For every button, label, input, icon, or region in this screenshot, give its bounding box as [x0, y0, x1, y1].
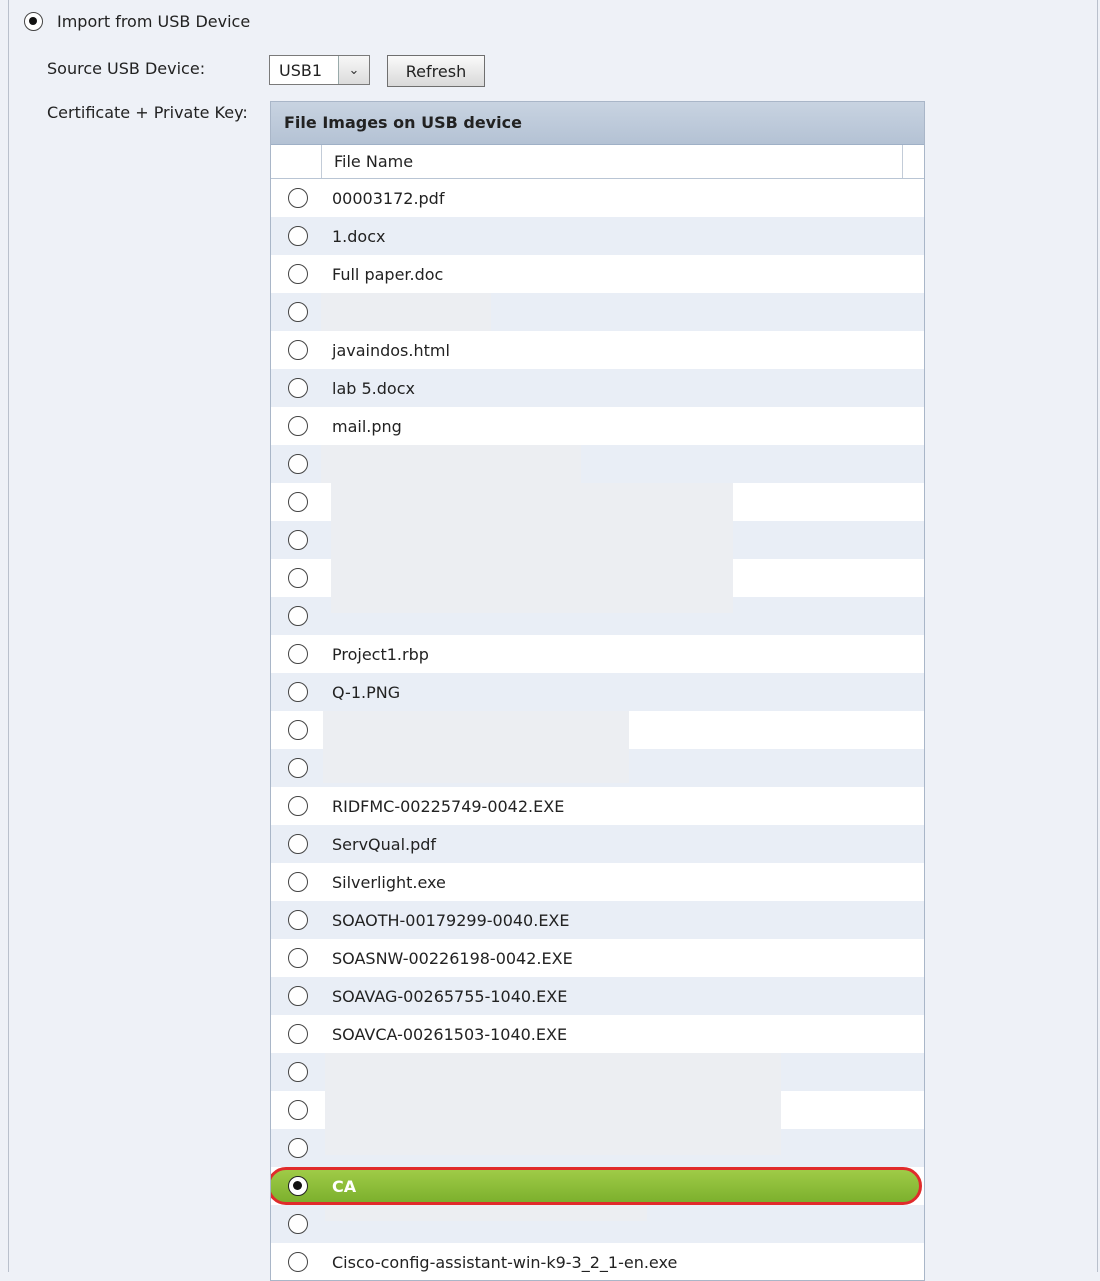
table-row[interactable]: ServQual.pdf: [271, 825, 924, 863]
file-name: Full paper.doc: [332, 264, 444, 284]
redacted-region: [323, 711, 629, 783]
table-row[interactable]: javaindos.html: [271, 331, 924, 369]
redacted-region: [331, 483, 733, 613]
import-usb-option[interactable]: Import from USB Device: [24, 12, 250, 31]
table-row[interactable]: CA: [271, 1167, 924, 1205]
table-row[interactable]: 00003172.pdf: [271, 179, 924, 217]
file-name: lab 5.docx: [332, 378, 415, 398]
file-radio[interactable]: [288, 226, 308, 246]
file-radio[interactable]: [288, 1252, 308, 1272]
file-radio[interactable]: [288, 758, 308, 778]
file-radio[interactable]: [288, 872, 308, 892]
file-name: Q-1.PNG: [332, 682, 401, 702]
column-spacer: [903, 145, 924, 178]
file-radio[interactable]: [288, 682, 308, 702]
file-name: 1.docx: [332, 226, 386, 246]
table-row[interactable]: Q-1.PNG: [271, 673, 924, 711]
certificate-key-label: Certificate + Private Key:: [47, 103, 248, 122]
source-usb-select[interactable]: USB1 ⌄: [269, 55, 370, 85]
table-row[interactable]: Project1.rbp: [271, 635, 924, 673]
table-row[interactable]: Silverlight.exe: [271, 863, 924, 901]
file-radio[interactable]: [288, 1100, 308, 1120]
table-column-header: File Name: [271, 145, 924, 179]
selected-row-highlight[interactable]: CA: [271, 1167, 922, 1205]
file-name: SOASNW-00226198-0042.EXE: [332, 948, 573, 968]
chevron-down-icon[interactable]: ⌄: [338, 56, 369, 84]
source-usb-value: USB1: [279, 60, 323, 80]
table-row[interactable]: SOAVCA-00261503-1040.EXE: [271, 1015, 924, 1053]
file-name: Project1.rbp: [332, 644, 429, 664]
table-row[interactable]: lab 5.docx: [271, 369, 924, 407]
file-list: 00003172.pdf 1.docx Full paper.doc javaindo…: [271, 179, 924, 1280]
table-row[interactable]: 1.docx: [271, 217, 924, 255]
import-usb-radio[interactable]: [24, 12, 43, 31]
table-row[interactable]: SOAOTH-00179299-0040.EXE: [271, 901, 924, 939]
table-row[interactable]: SOAVAG-00265755-1040.EXE: [271, 977, 924, 1015]
file-radio[interactable]: [288, 986, 308, 1006]
file-radio[interactable]: [288, 834, 308, 854]
table-title: File Images on USB device: [271, 102, 924, 145]
file-radio[interactable]: [288, 492, 308, 512]
file-name: SOAVAG-00265755-1040.EXE: [332, 986, 568, 1006]
table-row[interactable]: RIDFMC-00225749-0042.EXE: [271, 787, 924, 825]
file-name: RIDFMC-00225749-0042.EXE: [332, 796, 565, 816]
file-radio[interactable]: [288, 302, 308, 322]
redacted-region: [325, 1205, 647, 1221]
file-radio[interactable]: [288, 378, 308, 398]
file-name: mail.png: [332, 416, 402, 436]
file-name: SOAOTH-00179299-0040.EXE: [332, 910, 570, 930]
table-row[interactable]: SOASNW-00226198-0042.EXE: [271, 939, 924, 977]
table-row[interactable]: mail.png: [271, 407, 924, 445]
source-usb-label: Source USB Device:: [47, 59, 206, 78]
file-name: 00003172.pdf: [332, 188, 445, 208]
file-name: CA: [332, 1176, 357, 1196]
file-radio[interactable]: [288, 1214, 308, 1234]
column-select: [271, 145, 322, 178]
redacted-region: [325, 1053, 781, 1155]
file-radio[interactable]: [288, 1138, 308, 1158]
column-file-name: File Name: [322, 145, 903, 178]
file-radio[interactable]: [288, 644, 308, 664]
file-radio[interactable]: [288, 530, 308, 550]
file-radio[interactable]: [288, 1024, 308, 1044]
redacted-region: [321, 445, 581, 483]
file-name: javaindos.html: [332, 340, 450, 360]
file-name: SOAVCA-00261503-1040.EXE: [332, 1024, 568, 1044]
file-radio[interactable]: [288, 188, 308, 208]
file-radio[interactable]: [288, 910, 308, 930]
table-row[interactable]: Full paper.doc: [271, 255, 924, 293]
file-radio[interactable]: [288, 948, 308, 968]
table-row[interactable]: Cisco-config-assistant-win-k9-3_2_1-en.e…: [271, 1243, 924, 1280]
file-radio[interactable]: [288, 1176, 308, 1196]
file-name: Cisco-config-assistant-win-k9-3_2_1-en.e…: [332, 1252, 678, 1272]
refresh-button[interactable]: Refresh: [387, 55, 485, 87]
file-radio[interactable]: [288, 796, 308, 816]
file-radio[interactable]: [288, 264, 308, 284]
file-radio[interactable]: [288, 1062, 308, 1082]
redacted-region: [321, 293, 491, 331]
import-usb-label: Import from USB Device: [57, 12, 251, 31]
file-radio[interactable]: [288, 416, 308, 436]
file-radio[interactable]: [288, 340, 308, 360]
file-name: ServQual.pdf: [332, 834, 437, 854]
file-name: Silverlight.exe: [332, 872, 446, 892]
file-images-table: File Images on USB device File Name 0000…: [270, 101, 925, 1281]
file-radio[interactable]: [288, 454, 308, 474]
file-radio[interactable]: [288, 606, 308, 626]
file-radio[interactable]: [288, 720, 308, 740]
file-radio[interactable]: [288, 568, 308, 588]
